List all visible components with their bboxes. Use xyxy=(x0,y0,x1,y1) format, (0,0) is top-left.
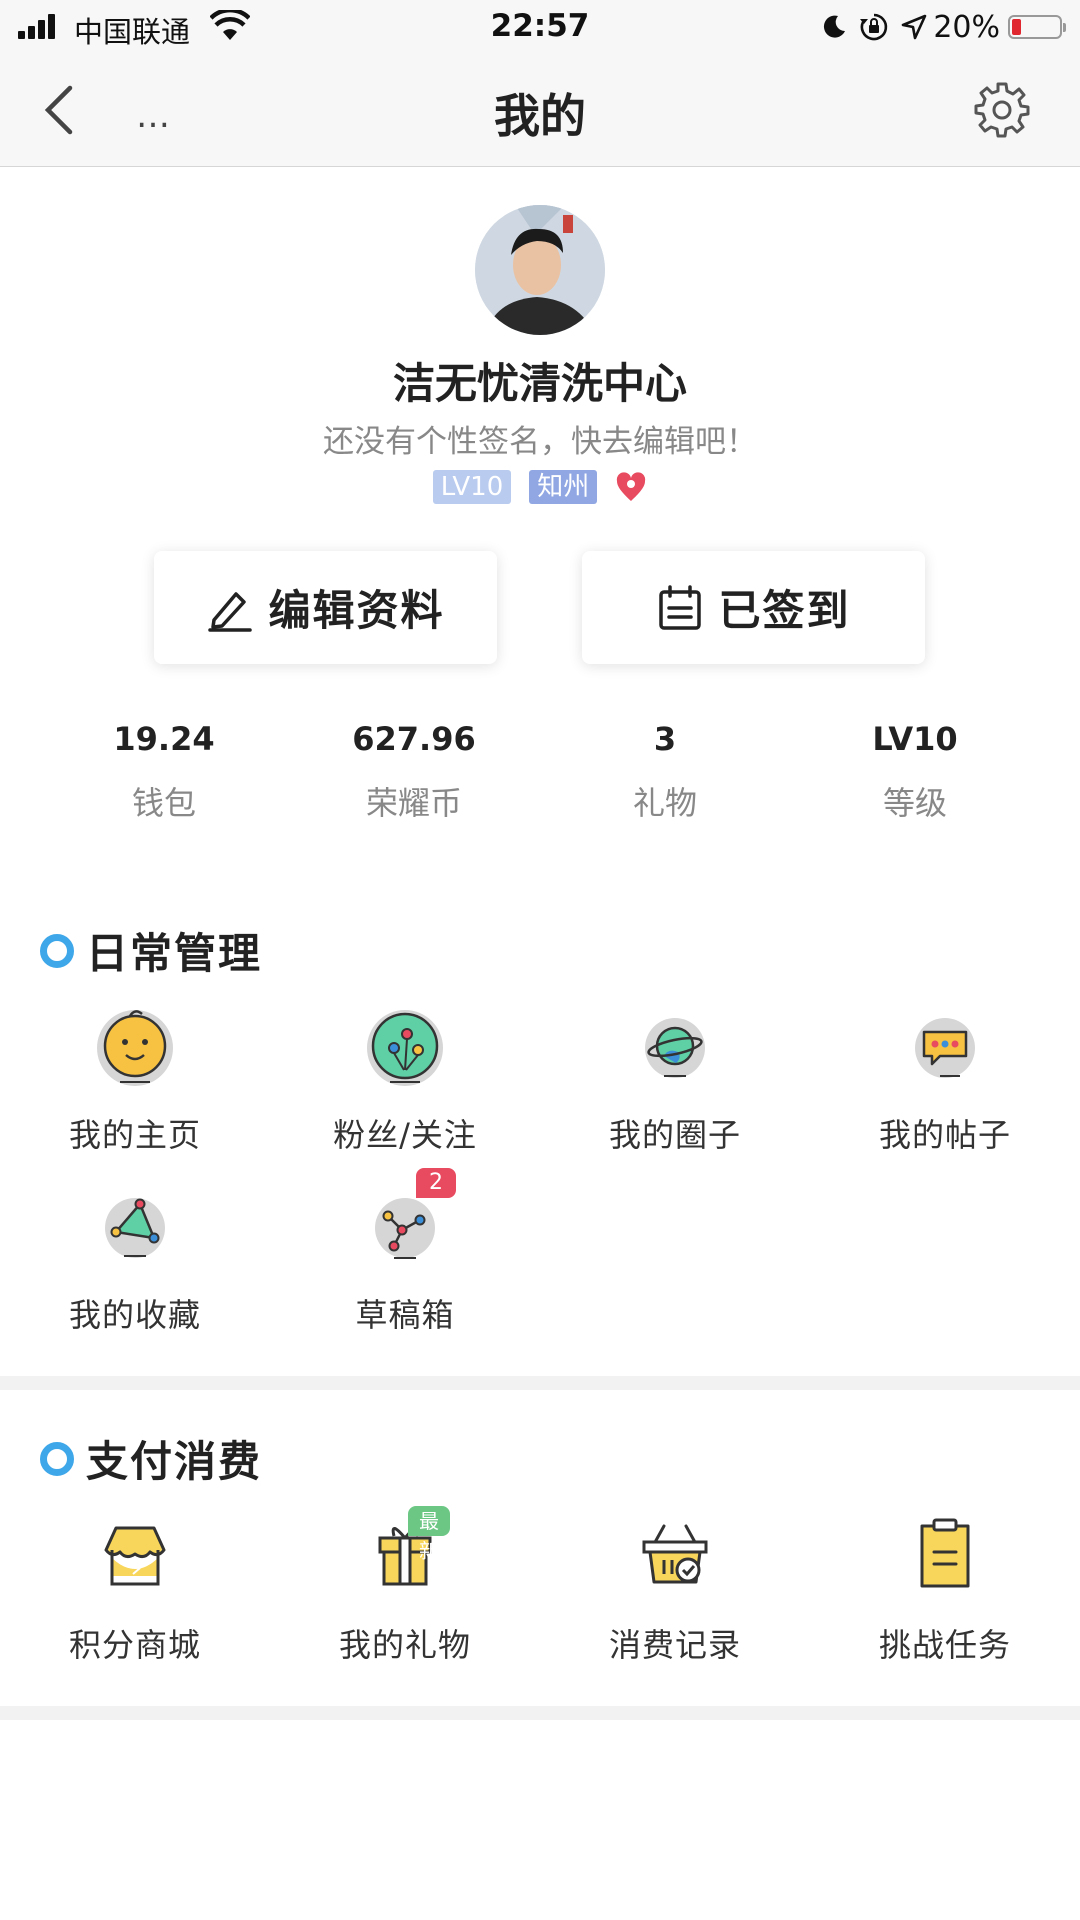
battery-percent: 20% xyxy=(933,9,1000,45)
settings-gear-icon[interactable] xyxy=(972,80,1032,140)
basket-icon xyxy=(642,1524,708,1584)
grid-item-my-gifts[interactable]: 最新 我的礼物 xyxy=(270,1506,540,1666)
grid-item-drafts[interactable]: 2 草稿箱 xyxy=(270,1168,540,1336)
grid-item-label: 我的收藏 xyxy=(68,1296,201,1334)
battery-icon xyxy=(1008,15,1066,39)
location-arrow-icon xyxy=(902,14,927,40)
stat-value: 627.96 xyxy=(352,720,476,758)
stat-label: 钱包 xyxy=(131,784,196,822)
triangle-nodes-icon xyxy=(105,1198,165,1258)
checkin-button[interactable]: 已签到 xyxy=(582,551,925,664)
grid-item-label: 粉丝/关注 xyxy=(333,1116,477,1154)
stat-label: 荣耀币 xyxy=(365,784,462,822)
grid-item-fans[interactable]: 粉丝/关注 xyxy=(270,1000,540,1156)
section-pay-title: 支付消费 xyxy=(40,1428,262,1489)
moon-icon xyxy=(824,15,846,38)
profile-signature[interactable]: 还没有个性签名，快去编辑吧！ xyxy=(0,416,1080,461)
avatar-photo xyxy=(475,205,605,335)
section-title-text: 支付消费 xyxy=(86,1437,263,1486)
new-badge: 最新 xyxy=(408,1506,450,1563)
planet-icon xyxy=(645,1018,705,1078)
grid-item-label: 草稿箱 xyxy=(355,1296,455,1334)
section-daily-title: 日常管理 xyxy=(40,920,262,981)
baby-face-icon xyxy=(97,1010,173,1086)
edit-profile-label: 编辑资料 xyxy=(268,586,445,635)
section-dot-icon xyxy=(40,1441,74,1476)
grid-item-points-mall[interactable]: 积分商城 xyxy=(0,1510,270,1666)
pencil-icon xyxy=(208,591,253,632)
stat-level[interactable]: LV10 等级 xyxy=(790,720,1040,824)
grid-item-label: 积分商城 xyxy=(68,1626,201,1664)
edit-profile-button[interactable]: 编辑资料 xyxy=(154,551,497,664)
profile-badges: LV10 知州 xyxy=(0,470,1080,504)
grid-item-circles[interactable]: 我的圈子 xyxy=(540,1000,810,1156)
grid-item-challenge-tasks[interactable]: 挑战任务 xyxy=(810,1510,1080,1666)
section-divider xyxy=(0,1706,1080,1720)
section-title-text: 日常管理 xyxy=(86,929,263,978)
page-title: 我的 xyxy=(494,89,586,143)
avatar[interactable] xyxy=(475,205,605,335)
grid-item-label: 消费记录 xyxy=(608,1626,741,1664)
balloons-icon xyxy=(367,1010,443,1086)
rotation-lock-icon xyxy=(860,13,888,41)
grid-item-label: 挑战任务 xyxy=(878,1626,1011,1664)
grid-item-favorites[interactable]: 我的收藏 xyxy=(0,1180,270,1336)
draft-count-badge: 2 xyxy=(416,1168,456,1198)
heart-location-icon xyxy=(617,472,646,501)
city-badge: 知州 xyxy=(529,470,598,504)
grid-item-label: 我的主页 xyxy=(68,1116,201,1154)
stat-label: 礼物 xyxy=(632,784,697,822)
grid-item-spending-records[interactable]: 消费记录 xyxy=(540,1510,810,1666)
grid-item-label: 我的圈子 xyxy=(608,1116,741,1154)
stat-value: 19.24 xyxy=(113,720,215,758)
grid-item-label: 我的礼物 xyxy=(338,1626,471,1664)
profile-name: 洁无忧清洗中心 xyxy=(392,359,687,408)
level-badge: LV10 xyxy=(432,470,512,504)
stat-wallet[interactable]: 19.24 钱包 xyxy=(39,720,289,824)
stat-value: 3 xyxy=(653,720,677,758)
stat-honor-coin[interactable]: 627.96 荣耀币 xyxy=(289,720,539,824)
status-bar: 中国联通 22:57 20% xyxy=(0,0,1080,54)
chat-bubble-icon xyxy=(915,1018,975,1078)
calendar-icon xyxy=(659,584,702,630)
shop-icon xyxy=(104,1526,166,1586)
nav-bar: … 我的 xyxy=(0,54,1080,167)
checkin-label: 已签到 xyxy=(718,586,851,635)
stat-label: 等级 xyxy=(882,784,947,822)
clipboard-icon xyxy=(920,1518,970,1588)
section-divider xyxy=(0,1376,1080,1390)
section-dot-icon xyxy=(40,933,74,968)
grid-item-homepage[interactable]: 我的主页 xyxy=(0,1000,270,1156)
stat-gifts[interactable]: 3 礼物 xyxy=(540,720,790,824)
stat-value: LV10 xyxy=(872,720,958,758)
grid-item-label: 我的帖子 xyxy=(878,1116,1011,1154)
grid-item-posts[interactable]: 我的帖子 xyxy=(810,1000,1080,1156)
